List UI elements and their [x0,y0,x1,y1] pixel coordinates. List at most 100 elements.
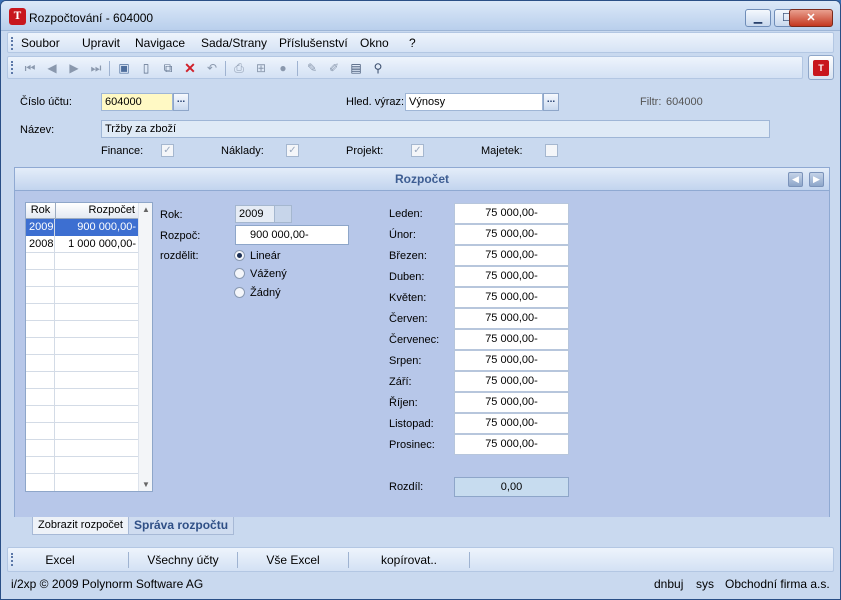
year-label: Rok: [160,209,183,221]
radio-none[interactable] [234,287,245,298]
last-record-icon[interactable]: ⏭ [88,60,104,76]
difference-value: 0,00 [454,477,569,497]
prev-record-icon[interactable]: ◀ [44,60,60,76]
grid-header-year[interactable]: Rok [26,203,56,219]
month-label: Duben: [389,271,425,283]
month-value[interactable]: 75 000,00- [454,266,569,287]
row-year: 2009 [26,219,55,236]
undo-icon[interactable]: ↶ [204,60,220,76]
print-icon[interactable]: ⎙ [231,60,247,76]
search-input[interactable]: Výnosy [405,93,543,111]
month-value[interactable]: 75 000,00- [454,224,569,245]
status-db: dnbuj [654,577,684,591]
title-bar[interactable]: T Rozpočtování - 604000 ▁ ☐ ✕ [1,1,840,31]
radio-linear-label[interactable]: Lineár [250,250,281,262]
minimize-button[interactable]: ▁ [745,9,771,27]
month-value[interactable]: 75 000,00- [454,350,569,371]
edit-icon[interactable]: ✎ [304,60,320,76]
search-lookup-button[interactable]: ... [543,93,559,111]
menu-upravit[interactable]: Upravit [82,36,120,50]
radio-none-label[interactable]: Žádný [250,287,281,299]
budget-grid[interactable]: Rok Rozpočet 2009 900 000,00- 2008 1 000… [25,202,153,492]
table-row[interactable]: 2009 900 000,00- [26,219,138,236]
table-row-empty [26,355,138,372]
tab-manage-budget[interactable]: Správa rozpočtu [128,517,235,535]
close-button[interactable]: ✕ [789,9,833,27]
filter-label: Filtr: [640,96,662,108]
month-label: Prosinec: [389,439,435,451]
next-record-icon[interactable]: ▶ [66,60,82,76]
copy-button[interactable]: kopírovat.. [350,552,468,568]
toolbar-separator [225,61,226,76]
radio-linear[interactable] [234,250,245,261]
budget-input[interactable]: 900 000,00- [235,225,349,245]
month-value[interactable]: 75 000,00- [454,392,569,413]
wizard-icon[interactable]: ⚲ [370,60,386,76]
budget-panel: Rozpočet ◀ ▶ Rok Rozpočet 2009 900 000,0… [14,167,830,522]
logo-button[interactable]: T [808,55,834,80]
menu-help[interactable]: ? [409,36,416,50]
month-value[interactable]: 75 000,00- [454,308,569,329]
menu-navigace[interactable]: Navigace [135,36,185,50]
grid-scrollbar[interactable]: ▲ ▼ [138,203,152,491]
status-company: Obchodní firma a.s. [725,577,830,591]
excel-button[interactable]: Excel [28,552,92,568]
name-label: Název: [20,124,55,136]
filter-value: 604000 [666,96,703,108]
scroll-down-icon[interactable]: ▼ [142,480,150,489]
all-accounts-button[interactable]: Všechny účty [130,552,236,568]
month-value[interactable]: 75 000,00- [454,434,569,455]
highlight-icon[interactable]: ✐ [326,60,342,76]
scroll-up-icon[interactable]: ▲ [142,205,150,214]
year-spinner-icon[interactable] [274,206,291,222]
month-value[interactable]: 75 000,00- [454,203,569,224]
status-bar: i/2xp © 2009 Polynorm Software AG dnbuj … [1,574,840,599]
panel-next-icon[interactable]: ▶ [809,172,824,187]
project-label: Projekt: [346,145,384,157]
grip-icon [11,553,14,566]
menu-prislusenstvi[interactable]: Příslušenství [279,36,348,50]
delete-icon[interactable]: ✕ [182,60,198,76]
all-excel-button[interactable]: Vše Excel [239,552,347,568]
year-input[interactable]: 2009 [235,205,292,223]
month-label: Květen: [389,292,427,304]
toolbar-separator [109,61,110,76]
tree-icon[interactable]: ⊞ [253,60,269,76]
month-value[interactable]: 75 000,00- [454,245,569,266]
costs-checkbox[interactable]: ✓ [286,144,299,157]
menu-okno[interactable]: Okno [360,36,389,50]
new-document-icon[interactable]: ▯ [138,60,154,76]
copy-icon[interactable]: ⧉ [160,60,176,76]
save-icon[interactable]: ▣ [116,60,132,76]
first-record-icon[interactable]: ⏮ [22,60,38,76]
month-value[interactable]: 75 000,00- [454,329,569,350]
account-lookup-button[interactable]: ... [173,93,189,111]
difference-label: Rozdíl: [389,481,424,493]
toolbar: ⏮ ◀ ▶ ⏭ ▣ ▯ ⧉ ✕ ↶ ⎙ ⊞ ● ✎ ✐ ▤ ⚲ [7,56,803,79]
table-row[interactable]: 2008 1 000 000,00- [26,236,138,253]
month-value[interactable]: 75 000,00- [454,413,569,434]
assets-checkbox[interactable] [545,144,558,157]
app-logo-icon: T [9,8,26,25]
month-value[interactable]: 75 000,00- [454,371,569,392]
panel-prev-icon[interactable]: ◀ [788,172,803,187]
project-checkbox[interactable]: ✓ [411,144,424,157]
finance-checkbox[interactable]: ✓ [161,144,174,157]
window-title: Rozpočtování - 604000 [29,11,154,25]
assets-label: Majetek: [481,145,523,157]
radio-weighted-label[interactable]: Vážený [250,268,287,280]
table-row-empty [26,406,138,423]
grid-header-budget[interactable]: Rozpočet [56,203,138,219]
filter-icon[interactable]: ▤ [348,60,364,76]
table-row-empty [26,372,138,389]
month-label: Srpen: [389,355,422,367]
month-label: Leden: [389,208,423,220]
account-input[interactable]: 604000 [101,93,173,111]
month-value[interactable]: 75 000,00- [454,287,569,308]
menu-sada-strany[interactable]: Sada/Strany [201,36,267,50]
refresh-icon[interactable]: ● [275,60,291,76]
radio-weighted[interactable] [234,268,245,279]
name-field[interactable]: Tržby za zboží [101,120,770,138]
menu-soubor[interactable]: Soubor [21,36,60,50]
tab-view-budget[interactable]: Zobrazit rozpočet [32,517,129,535]
